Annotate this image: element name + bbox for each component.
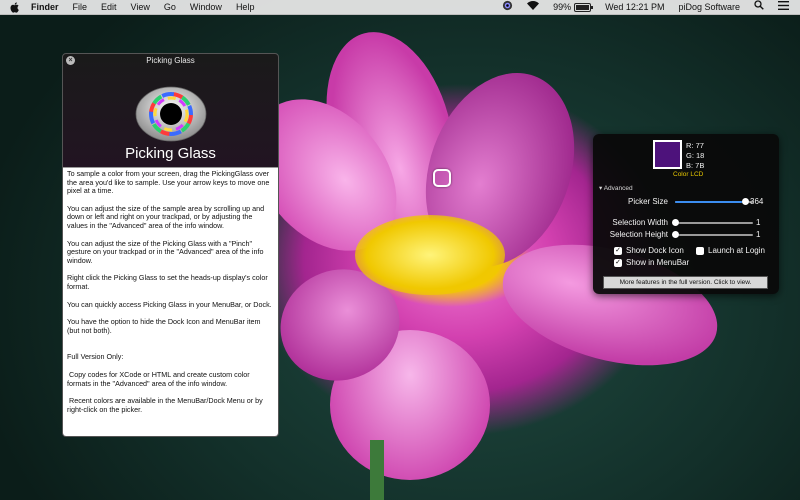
show-in-menubar-checkbox[interactable]: ✓: [614, 259, 622, 267]
green-value: G: 18: [686, 151, 705, 160]
red-value: R: 77: [686, 141, 704, 150]
battery-icon: [574, 2, 594, 12]
selection-width-slider-knob[interactable]: [672, 219, 679, 226]
selection-width-value: 1: [756, 218, 761, 227]
blue-value: B: 7B: [686, 161, 705, 170]
color-hud[interactable]: R: 77 G: 18 B: 7B Color LCD ▾ Advanced P…: [593, 134, 779, 294]
flower-center: [355, 215, 505, 295]
spotlight-search-icon[interactable]: [747, 0, 771, 14]
selection-width-slider[interactable]: [675, 222, 753, 224]
show-dock-icon-label[interactable]: Show Dock Icon: [626, 246, 684, 255]
instructions-text: To sample a color from your screen, drag…: [63, 167, 278, 436]
menu-go[interactable]: Go: [157, 0, 183, 14]
menubar-clock[interactable]: Wed 12:21 PM: [598, 0, 671, 14]
wifi-icon[interactable]: [520, 0, 546, 14]
window-title: Picking Glass: [146, 56, 195, 65]
color-profile-label[interactable]: Color LCD: [673, 171, 703, 178]
menu-view[interactable]: View: [124, 0, 157, 14]
picking-glass-logo-icon: [135, 86, 207, 142]
selection-height-label: Selection Height: [609, 230, 668, 239]
notification-center-icon[interactable]: [771, 0, 796, 14]
info-window[interactable]: × Picking Glass Picking Glass To sample …: [62, 53, 279, 437]
battery-percent: 99%: [553, 2, 572, 12]
show-dock-icon-checkbox[interactable]: ✓: [614, 247, 622, 255]
advanced-disclosure[interactable]: ▾ Advanced: [599, 184, 633, 192]
launch-at-login-label[interactable]: Launch at Login: [708, 246, 765, 255]
window-titlebar[interactable]: × Picking Glass: [63, 54, 278, 68]
picker-size-label: Picker Size: [627, 197, 668, 206]
picking-glass-picker[interactable]: [433, 169, 451, 187]
launch-at-login-checkbox[interactable]: [696, 247, 704, 255]
advanced-label: Advanced: [603, 185, 633, 192]
menu-help[interactable]: Help: [229, 0, 262, 14]
menu-bar: Finder File Edit View Go Window Help 99%…: [0, 0, 800, 15]
flower-stem: [370, 440, 384, 500]
instruction-paragraph: Right click the Picking Glass to set the…: [67, 273, 268, 291]
apple-menu-icon[interactable]: [10, 1, 20, 13]
instruction-paragraph: You can adjust the size of the sample ar…: [67, 203, 265, 230]
show-in-menubar-label[interactable]: Show in MenuBar: [626, 258, 689, 267]
selection-height-slider[interactable]: [675, 234, 753, 236]
close-icon[interactable]: ×: [66, 56, 75, 65]
app-title: Picking Glass: [125, 145, 216, 162]
battery-status[interactable]: 99%: [546, 0, 598, 14]
selection-width-label: Selection Width: [612, 218, 668, 227]
rgb-readout: R: 77 G: 18 B: 7B: [686, 141, 704, 171]
instruction-paragraph: You have the option to hide the Dock Ico…: [67, 317, 261, 335]
instruction-paragraph: Copy codes for XCode or HTML and create …: [67, 369, 252, 388]
picker-size-slider-knob[interactable]: [742, 198, 750, 205]
instruction-paragraph: You can quickly access Picking Glass in …: [67, 299, 272, 309]
menu-window[interactable]: Window: [183, 0, 229, 14]
menubar-user[interactable]: piDog Software: [671, 0, 747, 14]
instruction-paragraph: Recent colors are available in the MenuB…: [67, 396, 265, 414]
menu-edit[interactable]: Edit: [94, 0, 124, 14]
menu-finder[interactable]: Finder: [24, 0, 66, 14]
full-version-button[interactable]: More features in the full version. Click…: [603, 276, 768, 289]
selection-height-value: 1: [756, 230, 761, 239]
color-swatch: [653, 140, 682, 169]
picking-glass-menubar-icon[interactable]: [495, 0, 520, 15]
instruction-paragraph: You can adjust the size of the Picking G…: [67, 238, 264, 265]
picker-size-value: 364: [750, 197, 764, 206]
picker-size-slider-fill: [675, 201, 746, 203]
menu-file[interactable]: File: [66, 0, 95, 14]
instruction-paragraph: Full Version Only:: [67, 352, 124, 362]
disclosure-triangle-icon: ▾: [599, 185, 603, 192]
selection-height-slider-knob[interactable]: [672, 231, 679, 238]
instruction-paragraph: To sample a color from your screen, drag…: [67, 169, 270, 196]
